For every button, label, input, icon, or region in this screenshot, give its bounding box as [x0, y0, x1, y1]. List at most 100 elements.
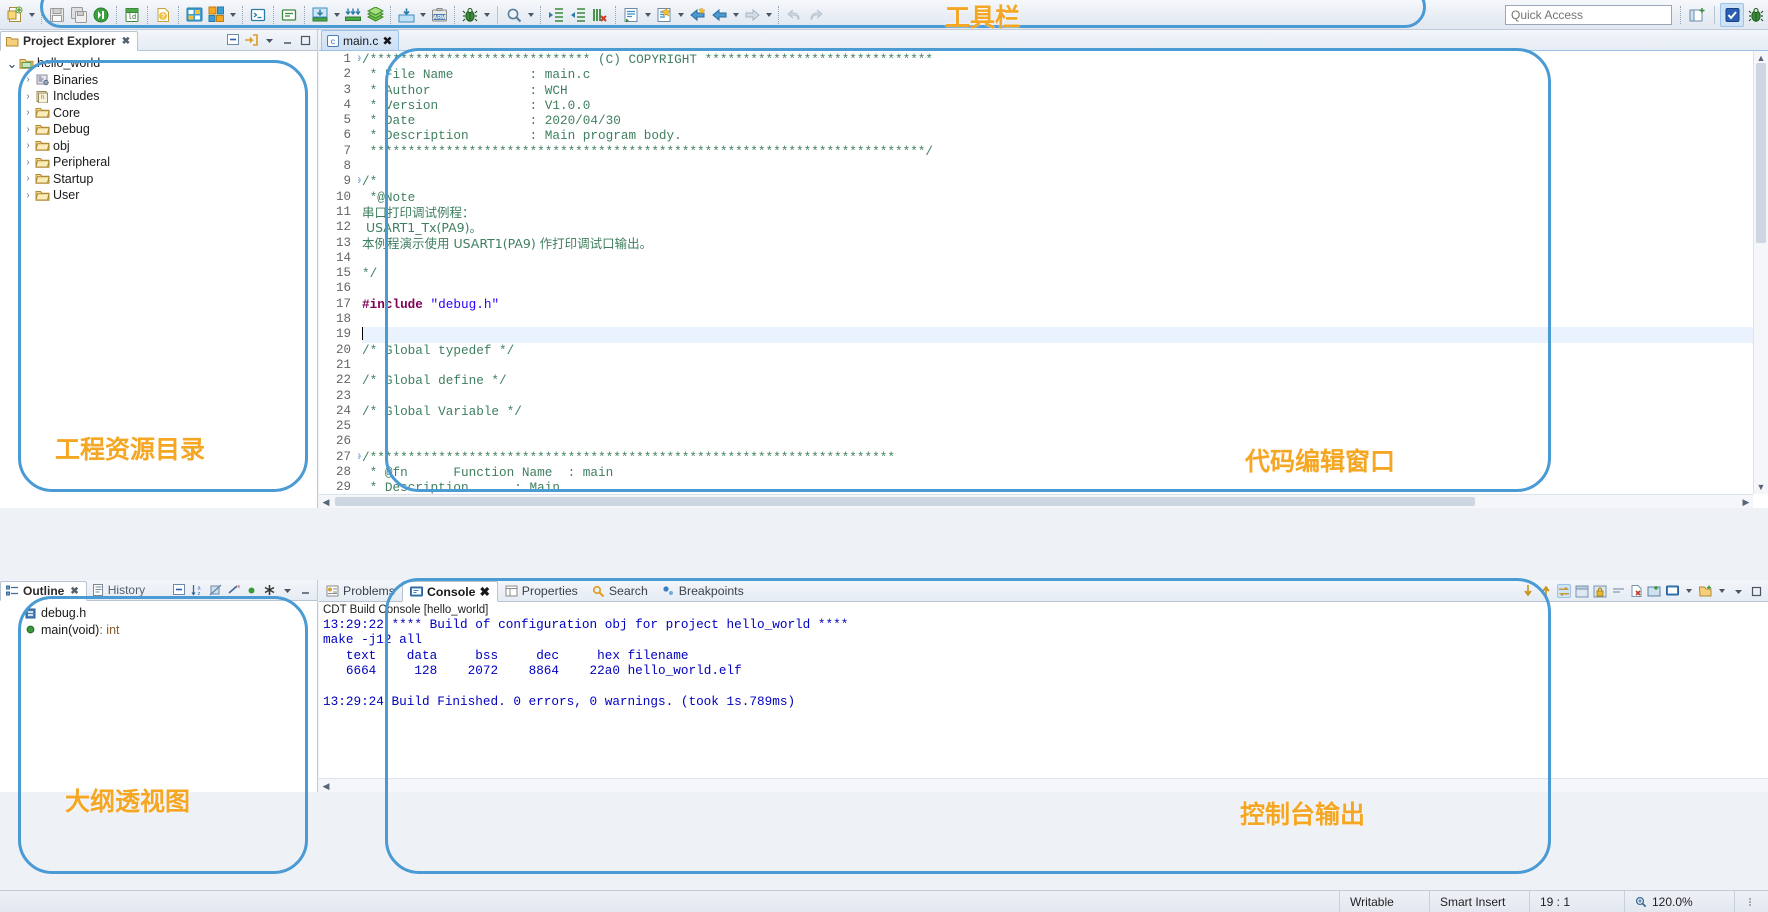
build-dropdown-arrow[interactable]	[227, 4, 238, 26]
code-text[interactable]: /***************************** (C) COPYR…	[358, 51, 1768, 508]
tree-item-peripheral[interactable]: › Peripheral	[0, 154, 317, 171]
search-icon[interactable]	[503, 4, 525, 26]
download-program-icon[interactable]	[90, 4, 112, 26]
chevron-right-icon[interactable]: ›	[22, 173, 34, 184]
save-all-icon[interactable]	[68, 4, 90, 26]
indent-left-icon[interactable]	[567, 4, 589, 26]
outline-tree[interactable]: debug.h main(void) : int	[0, 601, 317, 792]
tab-search[interactable]: Search	[585, 580, 655, 601]
scroll-lock-up-icon[interactable]	[1539, 584, 1553, 598]
arm-icon[interactable]: ARM	[428, 4, 450, 26]
tree-item-startup[interactable]: › Startup	[0, 171, 317, 188]
build-icon[interactable]	[183, 4, 205, 26]
editor-horizontal-scrollbar[interactable]: ◀ ▶	[319, 494, 1753, 508]
maximize-icon[interactable]	[1749, 584, 1763, 598]
terminal-icon[interactable]	[247, 4, 269, 26]
tab-history[interactable]: History	[87, 580, 152, 600]
scroll-down-arrow[interactable]: ▼	[1754, 480, 1768, 494]
external-tools-icon[interactable]	[653, 4, 675, 26]
new-dropdown-arrow[interactable]	[26, 4, 37, 26]
view-menu-icon[interactable]	[1731, 584, 1745, 598]
undo-icon[interactable]	[783, 4, 805, 26]
collapse-all-icon[interactable]	[172, 583, 186, 597]
view-menu-icon[interactable]	[280, 583, 294, 597]
tree-item-debug[interactable]: › Debug	[0, 121, 317, 138]
tree-item-binaries[interactable]: › Binaries	[0, 72, 317, 89]
close-icon[interactable]: ✖	[70, 586, 78, 597]
scroll-lock-down-icon[interactable]	[1521, 584, 1535, 598]
search-dropdown-arrow[interactable]	[525, 4, 536, 26]
flash-icon[interactable]	[395, 4, 417, 26]
debug-perspective-icon[interactable]	[1744, 3, 1768, 27]
focus-icon[interactable]	[244, 583, 258, 597]
scroll-left-arrow[interactable]: ◀	[319, 495, 333, 508]
chevron-right-icon[interactable]: ›	[22, 157, 34, 168]
hide-nonpublic-icon[interactable]	[262, 583, 276, 597]
chevron-right-icon[interactable]: ›	[22, 107, 34, 118]
new-console-dropdown-arrow[interactable]	[1716, 584, 1727, 598]
scroll-left-arrow[interactable]: ◀	[319, 779, 333, 793]
forward-dropdown-arrow[interactable]	[763, 4, 774, 26]
tab-project-explorer[interactable]: Project Explorer ✖	[0, 31, 139, 51]
mrs-perspective-icon[interactable]	[1720, 2, 1744, 27]
link-with-editor-icon[interactable]	[244, 33, 258, 47]
chevron-right-icon[interactable]: ›	[22, 140, 34, 151]
run-dropdown-arrow[interactable]	[642, 4, 653, 26]
project-tree[interactable]: ⌄ hello_world › Binaries › h Includes › Core › Deb…	[0, 51, 317, 508]
tab-properties[interactable]: Properties	[498, 580, 585, 601]
tree-item-obj[interactable]: › obj	[0, 138, 317, 155]
tab-main-c[interactable]: c main.c ✖	[321, 30, 400, 50]
back-to-icon[interactable]	[686, 4, 708, 26]
maximize-icon[interactable]	[298, 33, 312, 47]
toggle-wrap-icon[interactable]	[1557, 584, 1571, 598]
remove-comment-icon[interactable]	[589, 4, 611, 26]
serial-monitor-icon[interactable]	[278, 4, 300, 26]
save-icon[interactable]	[46, 4, 68, 26]
tab-console[interactable]: Console ✖	[401, 581, 498, 602]
tab-outline[interactable]: Outline ✖	[0, 581, 87, 601]
tab-problems[interactable]: Problems	[319, 580, 402, 601]
status-zoom[interactable]: 120.0%	[1624, 890, 1734, 912]
back-icon[interactable]	[708, 4, 730, 26]
open-console-dropdown-arrow[interactable]	[1683, 584, 1694, 598]
download-icon[interactable]	[309, 4, 331, 26]
linker-script-icon[interactable]: ld	[121, 4, 143, 26]
chevron-right-icon[interactable]: ›	[22, 74, 34, 85]
help-icon[interactable]: ?	[152, 4, 174, 26]
sort-icon[interactable]: a z	[190, 583, 204, 597]
run-last-tool-icon[interactable]	[620, 4, 642, 26]
tree-item-user[interactable]: › User	[0, 187, 317, 204]
minimize-icon[interactable]	[280, 33, 294, 47]
new-console-icon[interactable]	[1698, 584, 1712, 598]
close-icon[interactable]: ✖	[382, 34, 392, 48]
scrollbar-thumb[interactable]	[335, 497, 1475, 506]
tree-item-includes[interactable]: › h Includes	[0, 88, 317, 105]
pin-console-icon[interactable]	[1575, 584, 1589, 598]
tree-item-core[interactable]: › Core	[0, 105, 317, 122]
close-icon[interactable]: ✖	[122, 36, 130, 47]
chevron-right-icon[interactable]: ›	[22, 124, 34, 135]
redo-icon[interactable]	[805, 4, 827, 26]
close-icon[interactable]: ✖	[479, 585, 489, 599]
console-output[interactable]: 13:29:22 **** Build of configuration obj…	[319, 617, 1768, 778]
tree-item-hello-world[interactable]: ⌄ hello_world	[0, 55, 317, 72]
display-console-icon[interactable]	[1647, 584, 1661, 598]
back-dropdown-arrow[interactable]	[730, 4, 741, 26]
forward-icon[interactable]	[741, 4, 763, 26]
code-area[interactable]: 1⊖23456789⊖10111213141516171819202122232…	[319, 51, 1768, 508]
tab-breakpoints[interactable]: Breakpoints	[655, 580, 751, 601]
remove-console-icon[interactable]	[1629, 584, 1643, 598]
quick-access-input[interactable]	[1505, 4, 1672, 25]
library-icon[interactable]	[364, 4, 386, 26]
indent-right-icon[interactable]	[545, 4, 567, 26]
minimize-icon[interactable]	[298, 583, 312, 597]
debug-bug-icon[interactable]	[459, 4, 481, 26]
hide-static-icon[interactable]: s	[226, 583, 240, 597]
clear-icon[interactable]	[1611, 584, 1625, 598]
download-all-icon[interactable]	[342, 4, 364, 26]
collapse-all-icon[interactable]	[226, 33, 240, 47]
open-console-icon[interactable]	[1665, 584, 1679, 598]
scroll-right-arrow[interactable]: ▶	[1739, 495, 1753, 508]
scrollbar-thumb[interactable]	[1756, 63, 1766, 243]
console-horizontal-scrollbar[interactable]: ◀	[319, 778, 1768, 792]
